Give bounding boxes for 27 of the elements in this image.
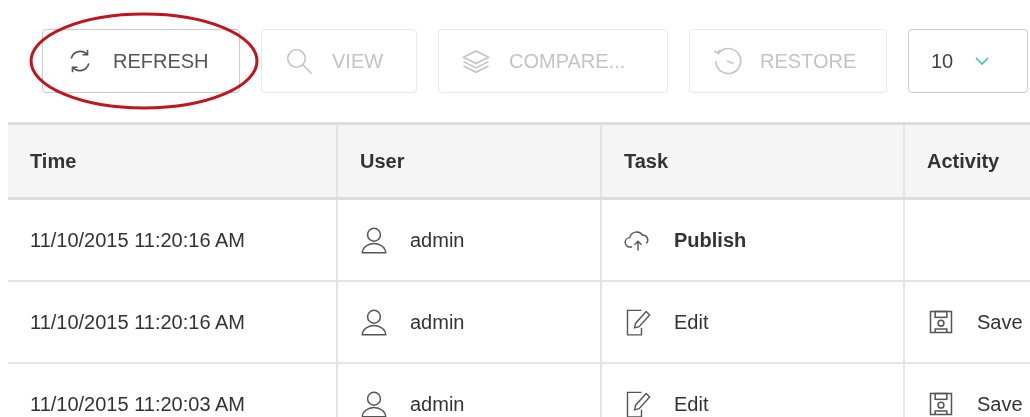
column-header: Task <box>624 149 669 173</box>
time-cell: 11/10/2015 11:20:16 AM <box>30 228 245 252</box>
task-name: Publish <box>674 228 747 252</box>
user-name: admin <box>410 310 465 334</box>
chevron-down-icon <box>975 57 990 65</box>
task-name: Edit <box>674 392 709 416</box>
time-cell: 11/10/2015 11:20:03 AM <box>30 392 245 416</box>
save-icon <box>927 390 955 417</box>
column-header: Time <box>30 149 77 173</box>
user-name: admin <box>410 228 465 252</box>
user-icon <box>360 390 388 417</box>
user-icon <box>360 226 388 254</box>
refresh-button[interactable]: REFRESH <box>42 29 240 93</box>
clock-icon <box>712 46 742 76</box>
edit-icon <box>624 390 652 417</box>
activity-name: Save <box>977 392 1023 416</box>
user-name: admin <box>410 392 465 416</box>
task-name: Edit <box>674 310 709 334</box>
time-cell: 11/10/2015 11:20:16 AM <box>30 310 245 334</box>
edit-icon <box>624 308 652 336</box>
page-size-select[interactable]: 10 <box>908 29 1028 93</box>
column-header: User <box>360 149 405 173</box>
column-header: Activity <box>927 149 1000 173</box>
save-icon <box>927 308 955 336</box>
search-icon <box>284 46 314 76</box>
activity-name: Save <box>977 310 1023 334</box>
user-icon <box>360 308 388 336</box>
